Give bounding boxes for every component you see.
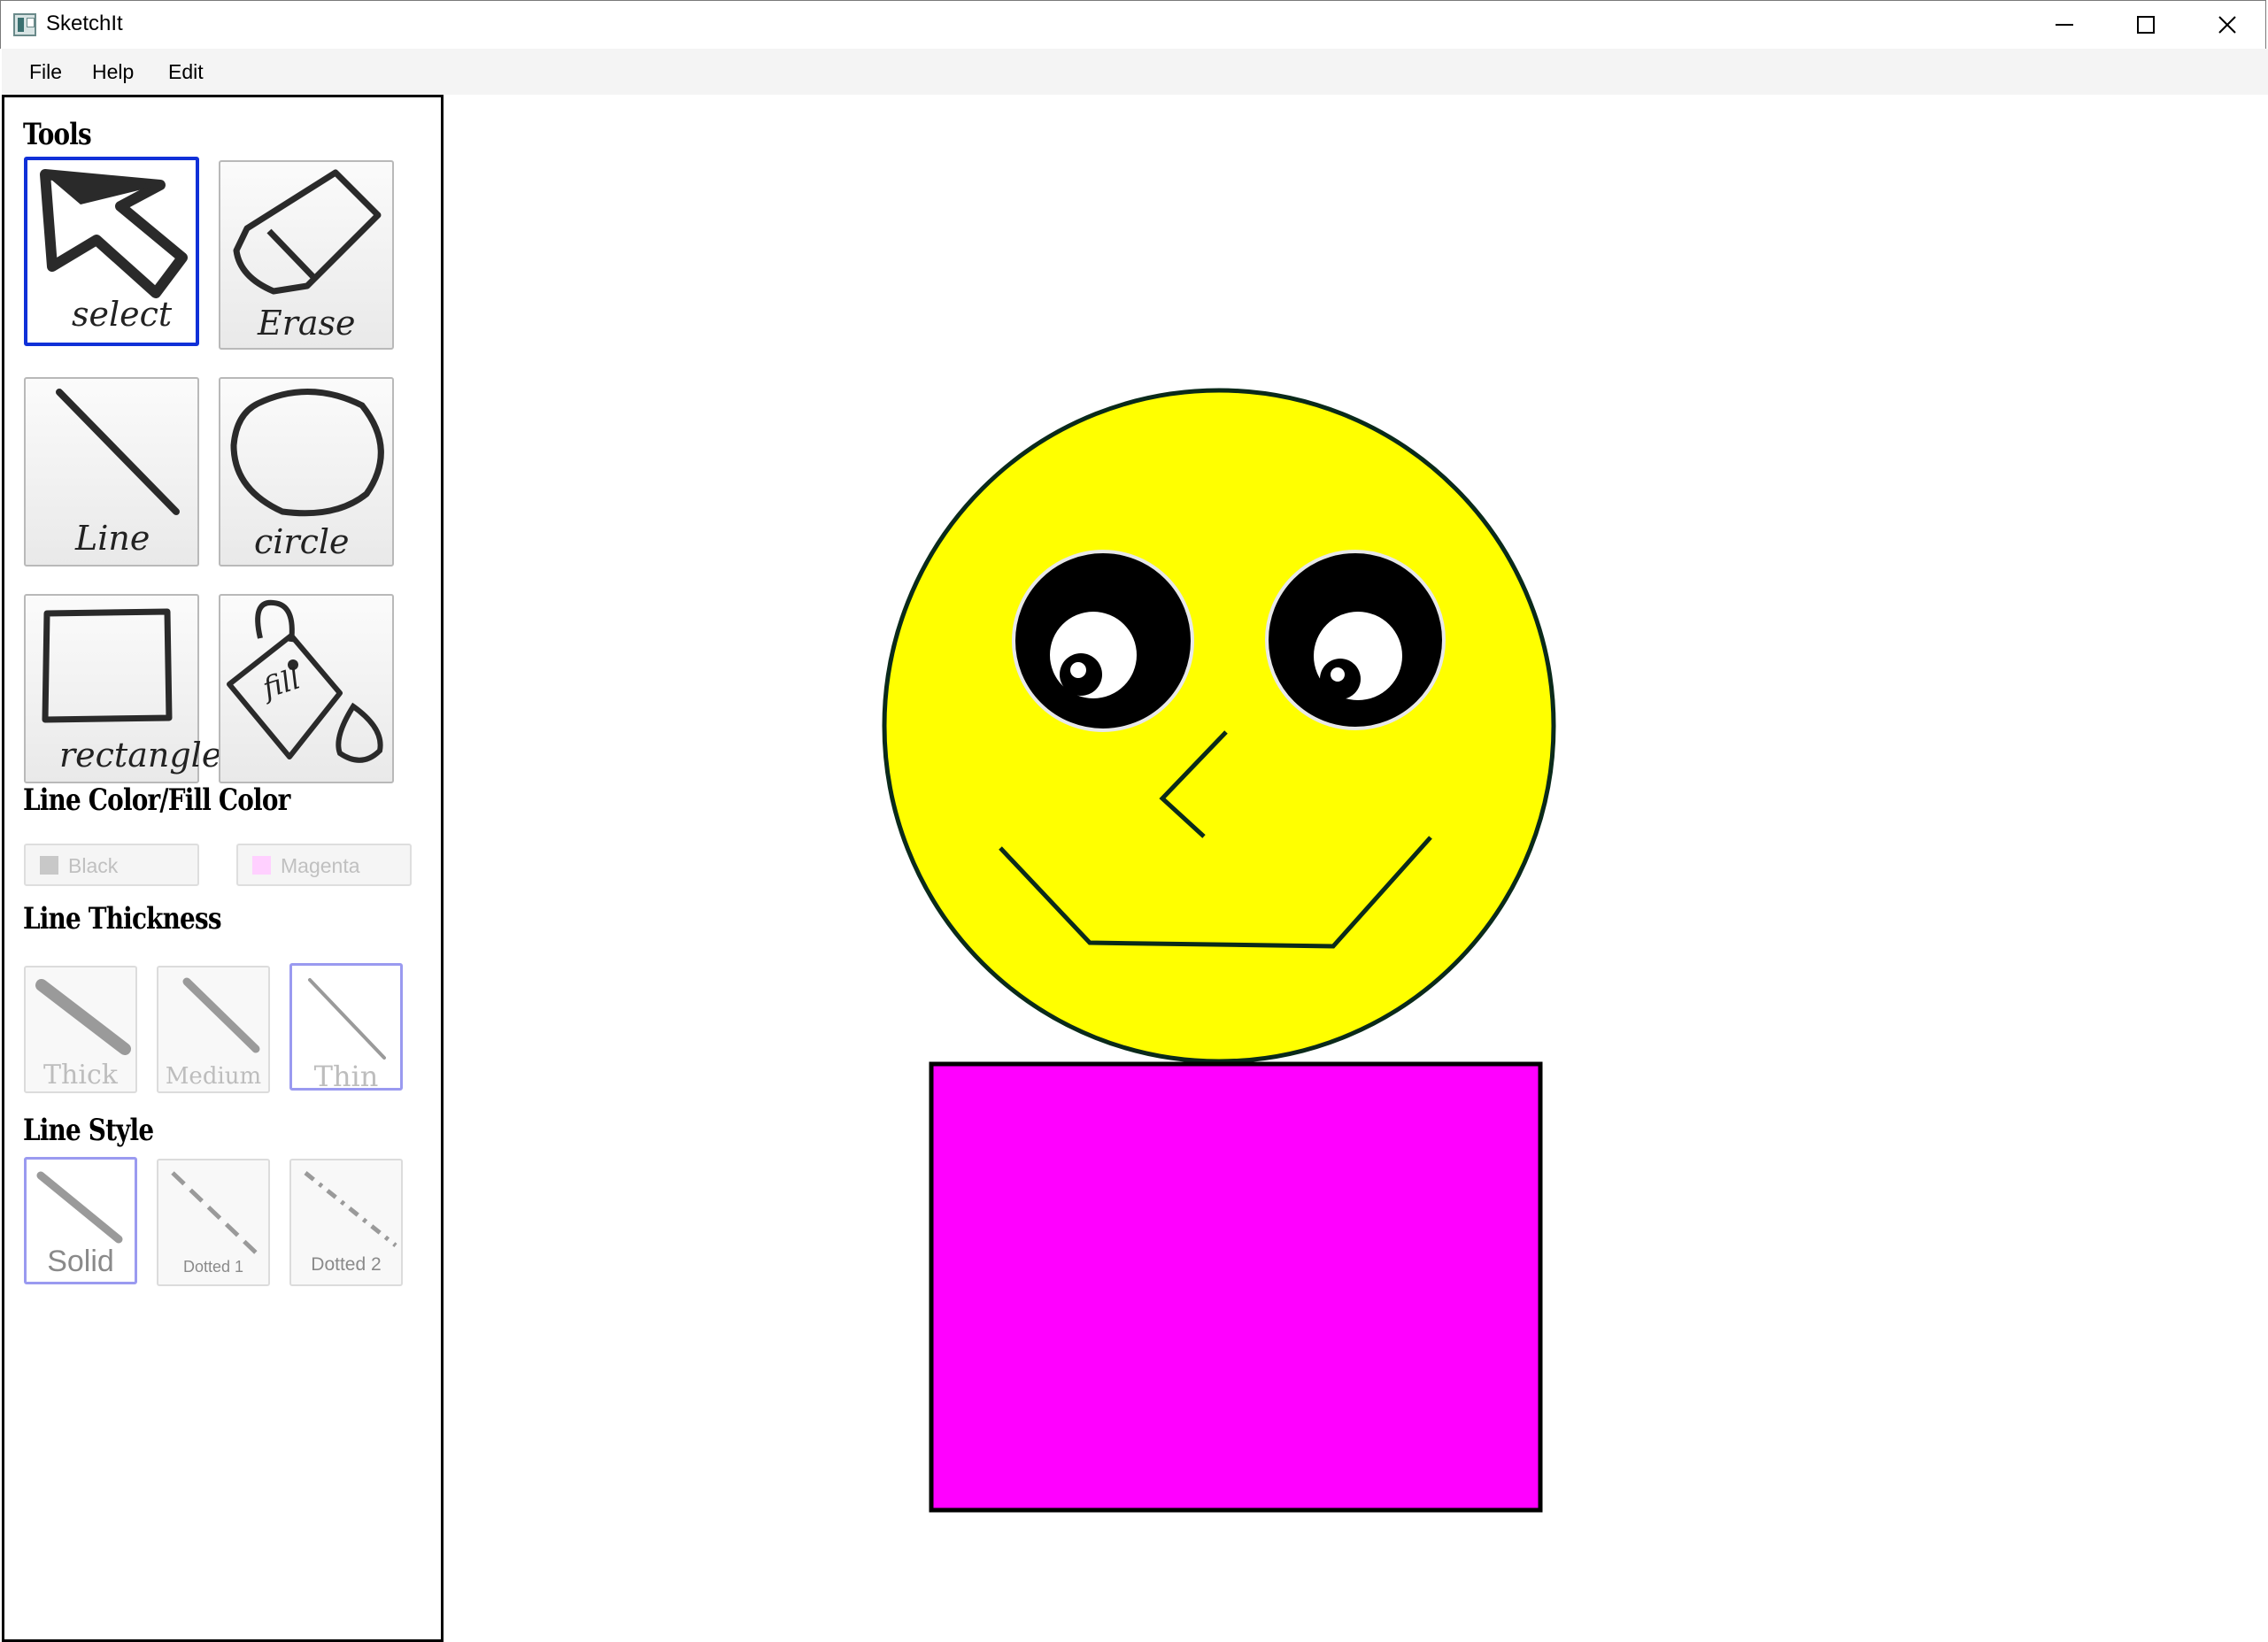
right-eye[interactable] <box>1265 550 1446 730</box>
thickness-medium-label: Medium <box>165 1063 262 1090</box>
style-heading: Line Style <box>23 1113 154 1148</box>
select-tool-label: select <box>72 295 173 334</box>
menu-bar: File Help Edit <box>0 49 2268 95</box>
thickness-thin-label: Thin <box>313 1060 379 1093</box>
fill-color-picker[interactable]: Magenta <box>236 844 412 886</box>
close-button[interactable] <box>2187 1 2268 50</box>
tools-heading: Tools <box>23 117 92 152</box>
window-title: SketchIt <box>46 12 123 35</box>
thickness-heading: Line Thickness <box>23 901 222 937</box>
circle-tool-button[interactable]: circle <box>219 377 394 567</box>
fill-color-label: Magenta <box>281 854 360 877</box>
smiley-face-head[interactable] <box>882 388 1556 1064</box>
fill-tool-button[interactable]: fill <box>219 594 394 783</box>
maximize-icon <box>2137 16 2155 34</box>
fill-color-swatch <box>252 856 271 875</box>
left-eye[interactable] <box>1012 550 1194 732</box>
close-icon <box>2218 16 2236 34</box>
line-tool-label: Line <box>75 519 150 558</box>
erase-tool-button[interactable]: Erase <box>219 160 394 350</box>
menu-file[interactable]: File <box>29 60 62 84</box>
style-solid-label: Solid <box>47 1245 114 1278</box>
style-dotted1-button[interactable]: Dotted 1 <box>157 1159 270 1286</box>
menu-help[interactable]: Help <box>92 60 134 84</box>
minimize-icon <box>2056 24 2073 26</box>
magenta-body[interactable] <box>929 1061 1543 1513</box>
style-dotted2-label: Dotted 2 <box>311 1254 382 1275</box>
select-tool-button[interactable]: select <box>24 157 199 346</box>
thickness-thick-label: Thick <box>43 1060 118 1091</box>
fill-bucket-icon <box>227 599 383 763</box>
minimize-button[interactable] <box>2024 1 2105 50</box>
rectangle-tool-label: rectangle <box>59 736 222 775</box>
line-color-swatch <box>40 856 58 875</box>
thickness-thick-button[interactable]: Thick <box>24 966 137 1093</box>
style-dotted1-label: Dotted 1 <box>182 1258 244 1276</box>
menu-bar-background <box>232 49 2268 95</box>
line-color-label: Black <box>68 854 119 877</box>
circle-tool-label: circle <box>254 522 350 561</box>
line-color-picker[interactable]: Black <box>24 844 199 886</box>
erase-tool-label: Erase <box>258 304 356 343</box>
maximize-button[interactable] <box>2105 1 2187 50</box>
style-dotted2-button[interactable]: Dotted 2 <box>289 1159 403 1286</box>
line-tool-button[interactable]: Line <box>24 377 199 567</box>
tool-panel: Tools select Erase Line circle rectangle… <box>2 95 444 1642</box>
rectangle-tool-button[interactable]: rectangle <box>24 594 221 783</box>
menu-edit[interactable]: Edit <box>168 60 204 84</box>
drawing-canvas[interactable] <box>444 95 2268 1637</box>
title-bar: SketchIt <box>0 0 2266 49</box>
style-solid-button[interactable]: Solid <box>24 1157 137 1284</box>
thickness-thin-button[interactable]: Thin <box>289 963 403 1093</box>
color-heading: Line Color/Fill Color <box>23 782 290 818</box>
app-icon <box>13 13 36 36</box>
thickness-medium-button[interactable]: Medium <box>157 966 270 1093</box>
